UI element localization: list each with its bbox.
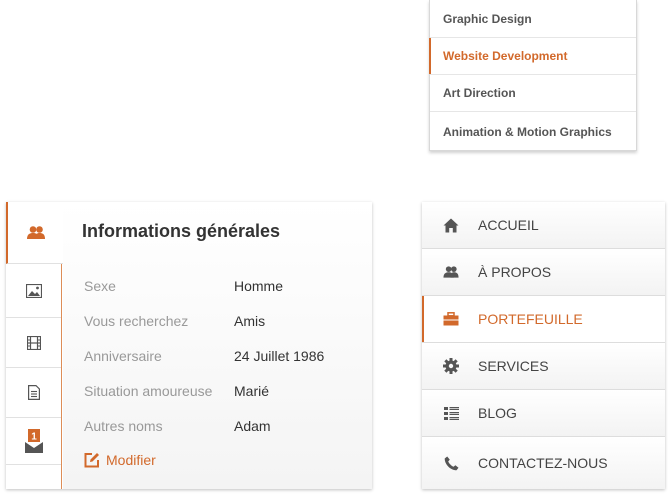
nav-label: SERVICES bbox=[478, 358, 549, 374]
phone-icon bbox=[443, 455, 459, 471]
dropdown-menu: Graphic Design Website Development Art D… bbox=[429, 0, 637, 151]
home-icon bbox=[443, 217, 459, 233]
nav-item-blog[interactable]: BLOG bbox=[422, 390, 665, 437]
edit-label: Modifier bbox=[106, 452, 156, 468]
profile-card: 1 Informations générales Sexe Homme Vous… bbox=[6, 202, 372, 489]
tab-mail[interactable]: 1 bbox=[6, 418, 61, 465]
info-value: Adam bbox=[234, 418, 271, 434]
dropdown-item-art-direction[interactable]: Art Direction bbox=[430, 75, 636, 112]
edit-link[interactable]: Modifier bbox=[84, 452, 156, 468]
profile-content: Informations générales Sexe Homme Vous r… bbox=[63, 202, 372, 489]
mail-icon: 1 bbox=[24, 429, 43, 453]
nav-item-a-propos[interactable]: À PROPOS bbox=[422, 249, 665, 296]
gear-icon bbox=[443, 358, 459, 374]
dropdown-item-website-development[interactable]: Website Development bbox=[429, 38, 636, 75]
people-icon bbox=[26, 225, 45, 239]
mail-badge-count: 1 bbox=[31, 432, 37, 443]
list-icon bbox=[443, 405, 459, 421]
info-value: Marié bbox=[234, 383, 270, 399]
profile-title: Informations générales bbox=[82, 221, 281, 241]
nav-label: ACCUEIL bbox=[478, 217, 539, 233]
info-label: Sexe bbox=[84, 278, 116, 294]
tab-people[interactable] bbox=[6, 202, 63, 264]
nav-item-contactez-nous[interactable]: CONTACTEZ-NOUS bbox=[422, 437, 665, 489]
nav-menu: ACCUEIL À PROPOS PORTEFEUILLE SERVICES B… bbox=[422, 202, 665, 489]
info-value: Amis bbox=[234, 313, 266, 329]
dropdown-item-graphic-design[interactable]: Graphic Design bbox=[430, 0, 636, 38]
nav-item-accueil[interactable]: ACCUEIL bbox=[422, 202, 665, 249]
info-label: Anniversaire bbox=[84, 348, 162, 364]
nav-item-portefeuille[interactable]: PORTEFEUILLE bbox=[422, 296, 665, 343]
nav-label: BLOG bbox=[478, 405, 517, 421]
nav-label: CONTACTEZ-NOUS bbox=[478, 455, 608, 471]
film-icon bbox=[26, 335, 41, 350]
info-label: Autres noms bbox=[84, 418, 163, 434]
tab-document[interactable] bbox=[6, 368, 61, 418]
document-icon bbox=[27, 385, 40, 400]
nav-label: À PROPOS bbox=[478, 264, 552, 280]
tab-film[interactable] bbox=[6, 318, 61, 368]
info-value: Homme bbox=[234, 278, 284, 294]
edit-icon bbox=[84, 453, 99, 468]
image-icon bbox=[25, 283, 42, 298]
info-value: 24 Juillet 1986 bbox=[234, 348, 325, 364]
briefcase-icon bbox=[443, 311, 459, 327]
info-label: Vous recherchez bbox=[84, 313, 189, 329]
info-label: Situation amoureuse bbox=[84, 383, 213, 399]
tab-image[interactable] bbox=[6, 264, 61, 318]
people-icon bbox=[443, 264, 459, 280]
profile-tabs: 1 bbox=[6, 202, 63, 489]
nav-item-services[interactable]: SERVICES bbox=[422, 343, 665, 390]
dropdown-item-animation[interactable]: Animation & Motion Graphics bbox=[430, 112, 636, 151]
nav-label: PORTEFEUILLE bbox=[478, 311, 583, 327]
